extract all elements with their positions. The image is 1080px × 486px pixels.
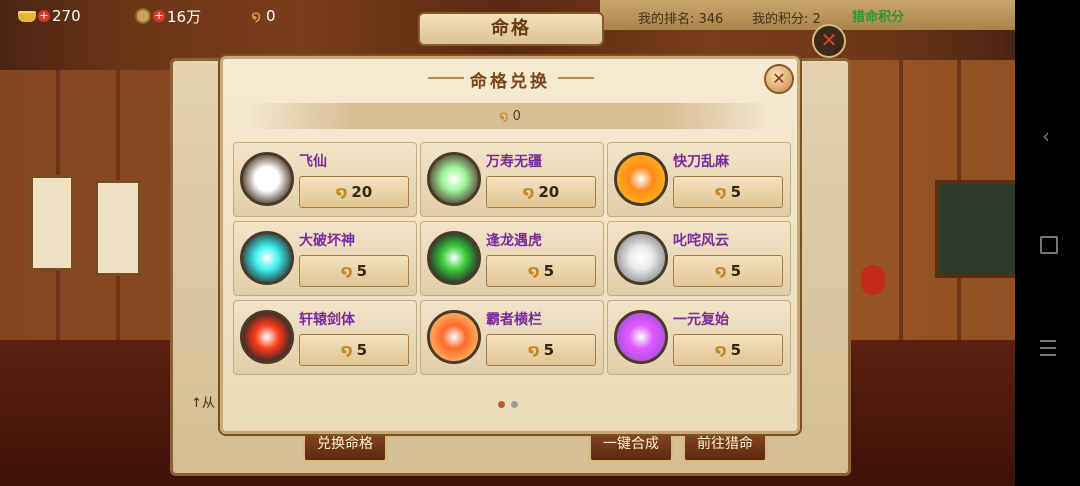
fate-orb-icon bbox=[614, 310, 668, 364]
hunt-score-label: 猎命积分 bbox=[852, 10, 905, 25]
gold-ingot-icon bbox=[18, 10, 36, 22]
balance-bar: ໑ 0 bbox=[247, 103, 773, 129]
exchange-price-button[interactable]: ໑5 bbox=[299, 334, 409, 366]
exchange-price-button[interactable]: ໑ 20 bbox=[299, 176, 409, 208]
spirit-counter: ໑ 0 bbox=[248, 6, 276, 26]
menu-icon[interactable] bbox=[1040, 340, 1056, 356]
exchange-item-card[interactable]: 轩辕剑体 ໑ 5 bbox=[233, 300, 417, 375]
item-price: 5 bbox=[543, 341, 554, 359]
home-icon[interactable] bbox=[1040, 236, 1058, 254]
exchange-item-card[interactable]: 快刀乱麻 ໑ 5 bbox=[607, 142, 791, 217]
item-name: 快刀乱麻 bbox=[673, 154, 729, 170]
coin-counter[interactable]: + 16万 bbox=[135, 6, 201, 26]
item-price: 5 bbox=[730, 341, 741, 359]
spirit-swirl-icon: ໑ bbox=[522, 183, 535, 201]
fate-orb-icon bbox=[240, 231, 294, 285]
item-name: 一元复始 bbox=[673, 312, 729, 328]
exchange-item-card[interactable]: 飞仙 ໑ 20 bbox=[233, 142, 417, 217]
hint-text: ↑从 bbox=[191, 396, 215, 411]
gold-value: 270 bbox=[52, 7, 81, 25]
dialog-close-icon[interactable]: ✕ bbox=[764, 64, 794, 94]
spirit-value: 0 bbox=[266, 7, 276, 25]
spirit-swirl-icon: ໑ bbox=[251, 7, 261, 25]
item-name: 逢龙遇虎 bbox=[486, 233, 542, 249]
my-rank: 我的排名: 346 bbox=[638, 12, 724, 27]
exchange-price-button[interactable]: ໑5 bbox=[673, 334, 783, 366]
exchange-price-button[interactable]: ໑5 bbox=[673, 176, 783, 208]
coin-icon bbox=[135, 8, 151, 24]
fate-orb-icon bbox=[427, 231, 481, 285]
exchange-price-button[interactable]: ໑ 20 bbox=[486, 176, 596, 208]
page-dot[interactable] bbox=[498, 401, 505, 408]
fate-orb-icon bbox=[614, 152, 668, 206]
spirit-swirl-icon: ໑ bbox=[335, 183, 348, 201]
fate-orb-icon bbox=[427, 152, 481, 206]
wall-scroll-painting bbox=[95, 180, 141, 276]
close-icon[interactable]: ✕ bbox=[812, 24, 846, 58]
fate-exchange-dialog: 命格兑换 ✕ ໑ 0 飞仙໑ 20 万寿无疆໑ 20 快刀乱麻໑ 5 大破坏神໑ 5 逢龙遇虎໑… bbox=[220, 56, 800, 434]
coin-value: 16万 bbox=[167, 7, 202, 26]
item-name: 霸者横栏 bbox=[486, 312, 542, 328]
spirit-swirl-icon: ໑ bbox=[499, 107, 509, 125]
wall-scroll-painting bbox=[30, 175, 74, 271]
item-name: 飞仙 bbox=[299, 154, 327, 170]
item-price: 20 bbox=[538, 183, 560, 201]
fate-orb-icon bbox=[614, 231, 668, 285]
spirit-swirl-icon: ໑ bbox=[340, 341, 353, 359]
exchange-item-card[interactable]: 逢龙遇虎 ໑ 5 bbox=[420, 221, 604, 296]
exchange-item-card[interactable]: 霸者横栏 ໑ 5 bbox=[420, 300, 604, 375]
item-price: 5 bbox=[730, 262, 741, 280]
spirit-swirl-icon: ໑ bbox=[714, 341, 727, 359]
exchange-item-card[interactable]: 叱咤风云 ໑ 5 bbox=[607, 221, 791, 296]
item-price: 5 bbox=[543, 262, 554, 280]
fate-orb-icon bbox=[240, 310, 294, 364]
exchange-item-card[interactable]: 万寿无疆 ໑ 20 bbox=[420, 142, 604, 217]
fate-orb-icon bbox=[240, 152, 294, 206]
balance-value: 0 bbox=[512, 108, 521, 124]
exchange-price-button[interactable]: ໑5 bbox=[673, 255, 783, 287]
exchange-price-button[interactable]: ໑5 bbox=[486, 255, 596, 287]
item-name: 叱咤风云 bbox=[673, 233, 729, 249]
background-window bbox=[935, 180, 1023, 278]
back-icon[interactable]: ‹ bbox=[1042, 124, 1050, 148]
page-indicator bbox=[498, 401, 518, 408]
spirit-swirl-icon: ໑ bbox=[527, 341, 540, 359]
spirit-swirl-icon: ໑ bbox=[714, 183, 727, 201]
fate-orb-icon bbox=[427, 310, 481, 364]
page-dot[interactable] bbox=[511, 401, 518, 408]
gold-counter[interactable]: + 270 bbox=[18, 6, 81, 26]
exchange-price-button[interactable]: ໑5 bbox=[486, 334, 596, 366]
dialog-title: 命格兑换 bbox=[470, 72, 550, 92]
item-price: 20 bbox=[351, 183, 373, 201]
background-wall-left bbox=[0, 70, 170, 340]
spirit-swirl-icon: ໑ bbox=[714, 262, 727, 280]
spirit-swirl-icon: ໑ bbox=[527, 262, 540, 280]
exchange-item-card[interactable]: 一元复始 ໑ 5 bbox=[607, 300, 791, 375]
page-title: 命格 bbox=[418, 12, 604, 46]
lantern-decoration bbox=[860, 265, 886, 295]
item-name: 大破坏神 bbox=[299, 233, 355, 249]
item-name: 万寿无疆 bbox=[486, 154, 542, 170]
item-price: 5 bbox=[356, 262, 367, 280]
my-score: 我的积分: 2 bbox=[752, 12, 821, 27]
spirit-swirl-icon: ໑ bbox=[340, 262, 353, 280]
item-price: 5 bbox=[730, 183, 741, 201]
exchange-item-card[interactable]: 大破坏神 ໑ 5 bbox=[233, 221, 417, 296]
item-name: 轩辕剑体 bbox=[299, 312, 355, 328]
exchange-price-button[interactable]: ໑5 bbox=[299, 255, 409, 287]
item-price: 5 bbox=[356, 341, 367, 359]
plus-icon[interactable]: + bbox=[153, 10, 165, 22]
plus-icon[interactable]: + bbox=[38, 10, 50, 22]
